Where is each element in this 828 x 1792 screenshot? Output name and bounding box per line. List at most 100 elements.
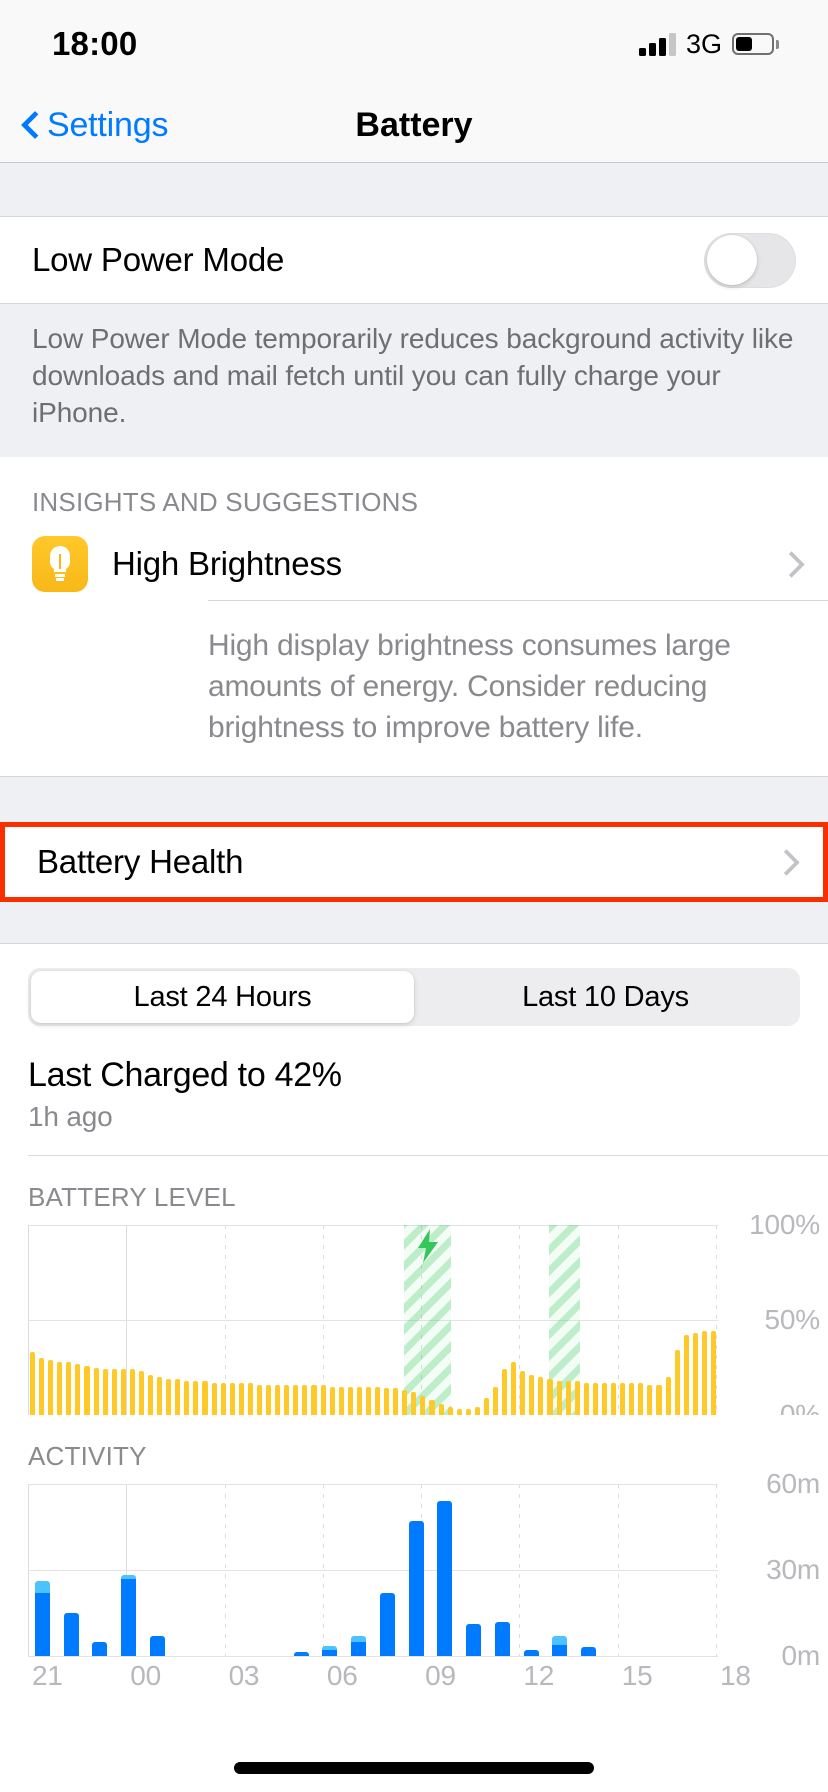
activity-bar-screen-on <box>121 1578 137 1656</box>
charging-bolt-icon <box>415 1229 441 1263</box>
battery-level-bar <box>347 1386 353 1415</box>
grid-hline <box>28 1570 718 1571</box>
battery-level-chart-block: BATTERY LEVEL 0%50%100% <box>0 1156 828 1430</box>
battery-level-bar <box>701 1331 707 1415</box>
battery-level-bar <box>29 1352 36 1415</box>
battery-level-plot: 0%50%100% <box>28 1209 828 1430</box>
insights-section-header: INSIGHTS AND SUGGESTIONS <box>0 457 828 528</box>
last-charged-title: Last Charged to 42% <box>28 1056 342 1094</box>
battery-level-bar <box>284 1384 290 1415</box>
grid-hline <box>28 1484 718 1485</box>
x-axis-tick-label: 09 <box>425 1660 456 1691</box>
battery-level-bar <box>529 1375 535 1415</box>
battery-level-bar <box>447 1407 453 1415</box>
x-axis-tick-label: 21 <box>32 1660 63 1691</box>
battery-level-bar <box>420 1396 426 1415</box>
low-power-mode-row[interactable]: Low Power Mode <box>0 216 828 304</box>
activity-chart-title: ACTIVITY <box>28 1441 147 1471</box>
battery-level-bar <box>356 1386 362 1415</box>
battery-level-bar <box>302 1384 308 1415</box>
activity-bar-screen-on <box>351 1641 367 1656</box>
y-axis-label: 100% <box>749 1209 820 1240</box>
battery-level-bar <box>138 1371 145 1415</box>
time-range-segmented-control[interactable]: Last 24 Hours Last 10 Days <box>28 968 800 1026</box>
battery-status-icon <box>732 33 779 55</box>
battery-level-bar <box>102 1369 108 1415</box>
battery-level-bar <box>502 1369 508 1415</box>
battery-level-bar <box>402 1390 408 1415</box>
battery-level-bar <box>411 1392 417 1415</box>
low-power-mode-label: Low Power Mode <box>32 241 285 278</box>
x-axis-tick-label: 06 <box>326 1660 358 1691</box>
battery-level-chart-title: BATTERY LEVEL <box>28 1182 236 1212</box>
battery-level-bar <box>611 1382 617 1415</box>
battery-level-bar <box>592 1382 598 1415</box>
lightbulb-icon <box>32 536 88 592</box>
battery-level-bar <box>75 1363 81 1415</box>
insight-body-text: High display brightness consumes large a… <box>208 600 828 776</box>
status-bar: 18:00 3G <box>0 0 828 88</box>
battery-level-bar <box>211 1382 217 1415</box>
battery-health-highlight: Battery Health <box>0 822 828 902</box>
cellular-signal-icon <box>638 32 676 56</box>
battery-level-bar <box>166 1378 172 1415</box>
battery-level-bar <box>384 1388 390 1415</box>
battery-health-label: Battery Health <box>37 843 244 880</box>
battery-level-bar <box>601 1382 608 1415</box>
insight-body-container: High display brightness consumes large a… <box>0 600 828 776</box>
chevron-right-icon <box>782 551 796 577</box>
battery-level-bar <box>474 1407 480 1415</box>
y-axis-label: 30m <box>766 1554 820 1585</box>
battery-level-bar <box>157 1377 163 1415</box>
activity-bar-screen-on <box>466 1624 482 1656</box>
activity-bar-screen-on <box>437 1501 453 1656</box>
grid-hline <box>28 1225 718 1226</box>
segment-last-24-hours[interactable]: Last 24 Hours <box>31 971 414 1023</box>
battery-level-bar <box>683 1335 689 1415</box>
battery-level-bar <box>620 1382 626 1415</box>
insight-row-high-brightness[interactable]: High Brightness <box>0 528 828 600</box>
activity-chart-block: ACTIVITY 0m 30m 60m 21 00 03 06 09 12 15 18 <box>0 1415 828 1704</box>
activity-bar-screen-off <box>34 1581 50 1593</box>
insight-title: High Brightness <box>112 545 342 582</box>
battery-level-bar <box>229 1382 235 1415</box>
segment-last-10-days[interactable]: Last 10 Days <box>414 971 797 1023</box>
home-indicator <box>234 1762 594 1774</box>
battery-level-bar <box>338 1386 344 1415</box>
x-axis-tick-label: 03 <box>228 1660 260 1691</box>
chevron-right-icon <box>777 849 791 875</box>
battery-level-bar <box>329 1386 335 1415</box>
battery-level-bar <box>266 1384 272 1415</box>
battery-level-bar <box>311 1384 317 1415</box>
activity-bar-screen-on <box>494 1621 510 1656</box>
battery-level-bar <box>365 1386 371 1415</box>
battery-level-bar <box>438 1403 444 1415</box>
battery-level-bar <box>148 1375 154 1415</box>
battery-level-bar <box>538 1377 544 1415</box>
toggle-knob <box>706 235 757 285</box>
battery-level-bar <box>574 1380 580 1415</box>
battery-level-bar <box>665 1377 671 1415</box>
battery-level-bar <box>256 1384 263 1415</box>
activity-bar-screen-on <box>34 1592 50 1656</box>
activity-bar-screen-on <box>149 1635 165 1656</box>
low-power-mode-toggle[interactable] <box>704 232 796 288</box>
battery-level-bar <box>647 1384 653 1415</box>
battery-level-bar <box>275 1384 281 1415</box>
y-axis-label: 60m <box>766 1468 820 1499</box>
battery-level-bar <box>692 1333 698 1415</box>
status-time: 18:00 <box>52 25 138 62</box>
battery-level-bar <box>202 1380 208 1415</box>
battery-level-bar <box>393 1388 399 1415</box>
activity-bar-screen-on <box>63 1613 79 1656</box>
status-indicators: 3G <box>638 29 779 60</box>
battery-health-row[interactable]: Battery Health <box>0 822 828 902</box>
grid-hline <box>28 1320 718 1321</box>
top-spacer <box>0 163 828 216</box>
battery-level-bar <box>710 1331 716 1415</box>
activity-bar-screen-on <box>552 1644 568 1656</box>
battery-level-bar <box>320 1384 326 1415</box>
battery-level-bar <box>220 1382 226 1415</box>
battery-level-bar <box>238 1382 244 1415</box>
battery-level-bar <box>556 1380 562 1415</box>
